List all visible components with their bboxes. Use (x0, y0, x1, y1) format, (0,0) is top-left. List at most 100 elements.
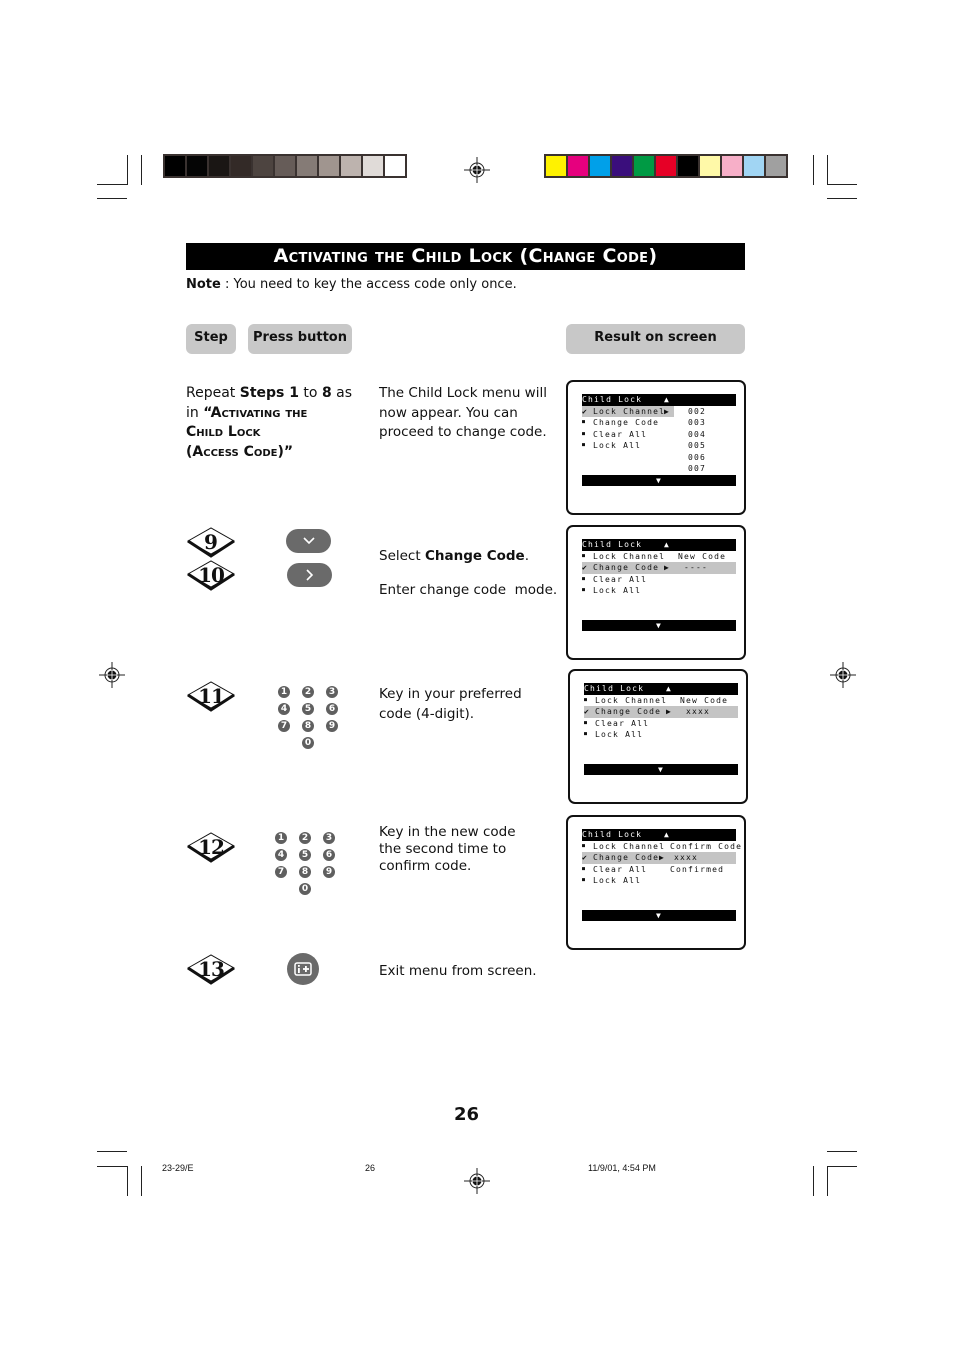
digit-key-4[interactable]: 4 (275, 849, 287, 861)
scroll-down-icon: ▼ (582, 619, 736, 631)
step-number: 11 (198, 684, 224, 708)
right-arrow-button[interactable] (287, 563, 332, 587)
color-swatch (766, 156, 786, 176)
digit-key-2[interactable]: 2 (302, 686, 314, 698)
digit-key-3[interactable]: 3 (323, 832, 335, 844)
osd-menu: Child Lock ▲ ■ Lock Channel Confirm Code ✔ Cha… (582, 829, 741, 921)
osd-blank-row (584, 741, 738, 753)
digit-key-1[interactable]: 1 (275, 832, 287, 844)
osd-item-value: 005 (688, 441, 707, 450)
color-swatch (722, 156, 742, 176)
footer-timestamp: 11/9/01, 4:54 PM (588, 1163, 656, 1173)
digit-key-6[interactable]: 6 (326, 703, 338, 715)
color-swatch (744, 156, 764, 176)
note: Note : You need to key the access code o… (186, 277, 517, 292)
step-11-text: Key in your preferred code (4-digit). (379, 686, 522, 722)
arrow-right-icon: ▶ (659, 853, 666, 862)
osd-menu-row: ■ Clear All (584, 718, 738, 730)
osd-menu: Child Lock ▲ ■ Lock Channel New Code ✔ Change … (582, 539, 736, 631)
step-12-text: Key in the new code the second time to c… (379, 824, 516, 874)
digit-key-3[interactable]: 3 (326, 686, 338, 698)
osd-menu: Child Lock ▲ ✔ Lock Channel ▶ 002 ■ Change Code… (582, 394, 736, 486)
digit-key-4[interactable]: 4 (278, 703, 290, 715)
info-plus-icon (294, 962, 312, 976)
check-icon: ✔ (582, 853, 589, 862)
crop-mark (97, 1166, 127, 1167)
tv-screen-code-confirmed: Child Lock ▲ ■ Lock Channel Confirm Code ✔ Cha… (566, 815, 746, 950)
osd-item-label: Lock Channel (593, 406, 666, 416)
arrow-right-icon: ▶ (666, 707, 673, 716)
osd-menu-row: ■ Lock All (582, 585, 736, 597)
osd-item-label: Clear All (593, 864, 648, 874)
osd-menu: Child Lock ▲ ■ Lock Channel New Code ✔ Change … (584, 683, 738, 775)
osd-item-label: Change Code (593, 563, 660, 572)
osd-item-label: Lock All (593, 441, 642, 450)
digit-key-0[interactable]: 0 (302, 737, 314, 749)
digit-key-7[interactable]: 7 (275, 866, 287, 878)
bullet-icon: ■ (582, 430, 587, 437)
osd-menu-header: Child Lock ▲ (584, 683, 738, 695)
crop-mark (141, 1166, 142, 1196)
digit-key-9[interactable]: 9 (326, 720, 338, 732)
digit-key-0[interactable]: 0 (299, 883, 311, 895)
bullet-icon: ■ (582, 877, 587, 883)
osd-menu-title: Child Lock (582, 395, 643, 404)
osd-menu-row: ✔ Change Code ▶ ---- (582, 562, 736, 574)
osd-item-label: Lock All (595, 730, 644, 739)
info-plus-button[interactable] (287, 953, 319, 985)
page-number: 26 (454, 1104, 480, 1125)
digit-key-8[interactable]: 8 (299, 866, 311, 878)
digit-key-9[interactable]: 9 (323, 866, 335, 878)
step-10-text: Enter change code mode. (379, 582, 558, 598)
osd-item-label: Lock All (593, 586, 642, 595)
osd-item-value: 002 (688, 406, 707, 416)
bullet-icon: ■ (582, 842, 587, 849)
osd-item-label: Clear All (593, 574, 648, 584)
osd-menu-title: Child Lock (584, 684, 645, 693)
tv-screen-child-lock-menu: Child Lock ▲ ✔ Lock Channel ▶ 002 ■ Change Code… (566, 380, 746, 515)
osd-menu-row: ■ Lock Channel New Code (584, 695, 738, 707)
digit-key-5[interactable]: 5 (299, 849, 311, 861)
digit-key-7[interactable]: 7 (278, 720, 290, 732)
crop-mark (127, 1166, 128, 1196)
osd-item-value: 006 (688, 452, 707, 462)
bullet-icon: ■ (582, 552, 587, 559)
grayscale-color-bar (163, 154, 407, 178)
digit-key-2[interactable]: 2 (299, 832, 311, 844)
color-swatch (700, 156, 720, 176)
check-icon: ✔ (582, 406, 589, 416)
color-swatch (275, 156, 295, 176)
arrow-right-icon: ▶ (664, 563, 671, 572)
arrow-right-icon: ▶ (664, 406, 671, 416)
note-text: : You need to key the access code only o… (220, 277, 517, 292)
osd-menu-row: ■ Clear All Confirmed (582, 864, 736, 876)
color-swatch (341, 156, 361, 176)
color-swatch (165, 156, 185, 176)
digit-key-1[interactable]: 1 (278, 686, 290, 698)
digit-key-8[interactable]: 8 (302, 720, 314, 732)
color-swatch (546, 156, 566, 176)
osd-item-label: Lock Channel (595, 695, 668, 705)
osd-menu-row: 006 (582, 452, 736, 464)
bullet-icon: ■ (582, 575, 587, 582)
osd-item-value: ---- (684, 563, 709, 572)
osd-blank-row (582, 887, 736, 899)
check-icon: ✔ (582, 563, 589, 572)
digit-key-6[interactable]: 6 (323, 849, 335, 861)
digit-key-5[interactable]: 5 (302, 703, 314, 715)
header-result-on-screen: Result on screen (566, 324, 745, 354)
osd-menu-row: ✔ Change Code ▶ xxxx (584, 706, 738, 718)
step-9-text: Select Change Code. (379, 548, 530, 564)
down-arrow-button[interactable] (286, 529, 331, 553)
scroll-up-icon: ▲ (664, 830, 671, 839)
crop-mark (127, 155, 128, 185)
osd-item-label: Lock Channel (593, 841, 666, 851)
section-title: Activating the Child Lock (Change Code) (186, 243, 745, 270)
step-number: 9 (204, 530, 218, 554)
registration-mark-icon (464, 1168, 490, 1194)
crop-mark (97, 184, 127, 185)
color-swatch (187, 156, 207, 176)
color-swatch (612, 156, 632, 176)
intro-repeat-steps: Repeat Steps 1 to 8 as in “Activating th… (186, 385, 353, 460)
bullet-icon: ■ (584, 731, 589, 737)
